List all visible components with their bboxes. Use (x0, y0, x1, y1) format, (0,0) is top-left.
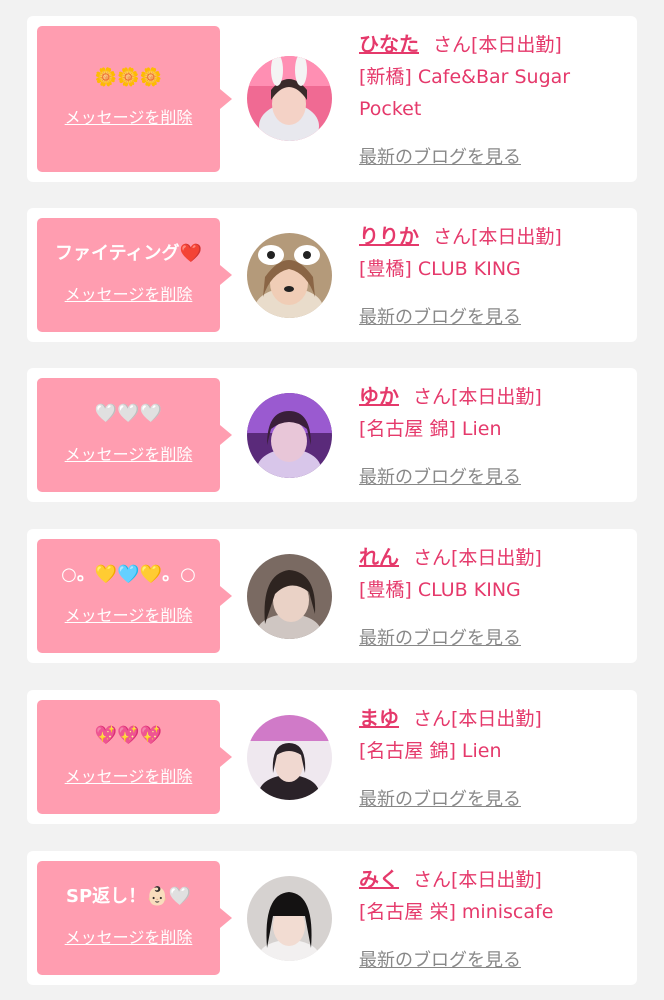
message-bubble: 💖💖💖 メッセージを削除 (37, 700, 232, 814)
delete-message-link[interactable]: メッセージを削除 (37, 606, 220, 626)
delete-message-link[interactable]: メッセージを削除 (37, 928, 220, 948)
avatar[interactable] (247, 233, 332, 318)
cast-name-link[interactable]: ひなた (359, 32, 419, 56)
message-bubble: 🤍🤍🤍 メッセージを削除 (37, 378, 232, 492)
latest-blog-link[interactable]: 最新のブログを見る (359, 143, 521, 169)
message-card: 🤍🤍🤍 メッセージを削除 ゆか さん[本日出勤] [名古屋 錦] Lien 最新の… (27, 368, 637, 502)
cast-suffix: さん[本日出勤] (433, 34, 562, 56)
cast-info: れん さん[本日出勤] [豊橋] CLUB KING (359, 541, 625, 606)
message-card: ファイティング❤️ メッセージを削除 りりか さん[本日出勤] [豊橋] CLUB… (27, 208, 637, 342)
cast-info: ひなた さん[本日出勤] [新橋] Cafe&Bar Sugar Pocket (359, 28, 625, 125)
shop-name: [名古屋 錦] Lien (359, 740, 502, 762)
cast-name-link[interactable]: れん (359, 545, 399, 569)
avatar-portrait-icon (247, 554, 332, 639)
message-card: SP返し！👶🏻🤍 メッセージを削除 みく さん[本日出勤] [名古屋 栄] min… (27, 851, 637, 985)
delete-message-link[interactable]: メッセージを削除 (37, 285, 220, 305)
delete-message-link[interactable]: メッセージを削除 (37, 767, 220, 787)
message-bubble: SP返し！👶🏻🤍 メッセージを削除 (37, 861, 232, 975)
message-bubble: 🌼🌼🌼 メッセージを削除 (37, 26, 232, 172)
avatar[interactable] (247, 554, 332, 639)
cast-suffix: さん[本日出勤] (413, 869, 542, 891)
latest-blog-link[interactable]: 最新のブログを見る (359, 946, 521, 972)
cast-name-link[interactable]: みく (359, 867, 399, 891)
shop-name: [豊橋] CLUB KING (359, 258, 521, 280)
avatar[interactable] (247, 876, 332, 961)
avatar-dog-filter-icon (247, 233, 332, 318)
cast-suffix: さん[本日出勤] (433, 226, 562, 248)
message-card: 🌼🌼🌼 メッセージを削除 ひなた さん[本日出勤] [新橋] Cafe&Bar S… (27, 16, 637, 182)
message-bubble: ファイティング❤️ メッセージを削除 (37, 218, 232, 332)
shop-name: [名古屋 錦] Lien (359, 418, 502, 440)
cast-suffix: さん[本日出勤] (413, 547, 542, 569)
message-card: ○。💛🩵💛。○ メッセージを削除 れん さん[本日出勤] [豊橋] CLUB KI… (27, 529, 637, 663)
cast-info: まゆ さん[本日出勤] [名古屋 錦] Lien (359, 702, 625, 767)
avatar-lien-sign-icon (247, 715, 332, 800)
message-text: 💖💖💖 (94, 725, 163, 746)
avatar[interactable] (247, 56, 332, 141)
avatar[interactable] (247, 715, 332, 800)
message-text: ファイティング❤️ (55, 243, 202, 264)
message-card: 💖💖💖 メッセージを削除 まゆ さん[本日出勤] [名古屋 錦] Lien 最新の… (27, 690, 637, 824)
cast-name-link[interactable]: りりか (359, 224, 419, 248)
cast-suffix: さん[本日出勤] (413, 386, 542, 408)
cast-info: みく さん[本日出勤] [名古屋 栄] miniscafe (359, 863, 625, 928)
latest-blog-link[interactable]: 最新のブログを見る (359, 463, 521, 489)
cast-info: ゆか さん[本日出勤] [名古屋 錦] Lien (359, 380, 625, 445)
shop-name: [豊橋] CLUB KING (359, 579, 521, 601)
latest-blog-link[interactable]: 最新のブログを見る (359, 785, 521, 811)
avatar-purple-light-icon (247, 393, 332, 478)
latest-blog-link[interactable]: 最新のブログを見る (359, 303, 521, 329)
message-text: ○。💛🩵💛。○ (61, 564, 196, 585)
cast-name-link[interactable]: ゆか (359, 384, 399, 408)
avatar-dark-hair-icon (247, 876, 332, 961)
message-text: 🤍🤍🤍 (94, 403, 163, 424)
message-bubble: ○。💛🩵💛。○ メッセージを削除 (37, 539, 232, 653)
message-text: 🌼🌼🌼 (94, 67, 163, 88)
message-text: SP返し！👶🏻🤍 (66, 886, 191, 907)
cast-name-link[interactable]: まゆ (359, 706, 399, 730)
avatar-bunny-ears-icon (247, 56, 332, 141)
delete-message-link[interactable]: メッセージを削除 (37, 445, 220, 465)
shop-name: [名古屋 栄] miniscafe (359, 901, 554, 923)
avatar[interactable] (247, 393, 332, 478)
shop-name: [新橋] Cafe&Bar Sugar Pocket (359, 66, 571, 120)
delete-message-link[interactable]: メッセージを削除 (37, 108, 220, 128)
latest-blog-link[interactable]: 最新のブログを見る (359, 624, 521, 650)
cast-suffix: さん[本日出勤] (413, 708, 542, 730)
cast-info: りりか さん[本日出勤] [豊橋] CLUB KING (359, 220, 625, 285)
